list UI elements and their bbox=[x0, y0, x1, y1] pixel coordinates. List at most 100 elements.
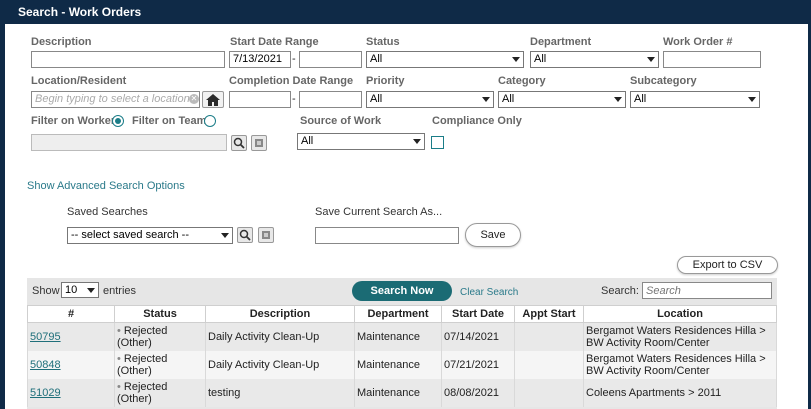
search-icon bbox=[239, 229, 251, 241]
completion-date-label: Completion Date Range bbox=[229, 75, 354, 87]
eraser-icon bbox=[262, 231, 270, 239]
date-range-dash: - bbox=[292, 93, 296, 105]
department-cell: Maintenance bbox=[354, 379, 442, 407]
chevron-down-icon bbox=[647, 57, 655, 62]
table-row[interactable]: 50795 • Rejected (Other) Daily Activity … bbox=[27, 322, 777, 351]
compliance-checkbox[interactable] bbox=[431, 136, 444, 149]
source-select-value: All bbox=[301, 135, 314, 147]
status-dot-icon: • bbox=[117, 353, 124, 365]
start-date-cell: 08/08/2021 bbox=[441, 379, 515, 407]
description-label: Description bbox=[31, 36, 92, 48]
status-select[interactable]: All bbox=[366, 51, 524, 68]
start-date-from-input[interactable]: 7/13/2021 bbox=[229, 51, 291, 68]
save-search-name-input[interactable] bbox=[315, 227, 459, 244]
start-date-label: Start Date Range bbox=[230, 36, 319, 48]
status-select-value: All bbox=[370, 53, 383, 65]
source-of-work-label: Source of Work bbox=[300, 115, 382, 127]
compliance-label: Compliance Only bbox=[432, 115, 522, 127]
department-select[interactable]: All bbox=[530, 51, 659, 68]
column-header-appt-start[interactable]: Appt Start bbox=[514, 305, 584, 323]
clear-icon[interactable]: ✕ bbox=[189, 94, 199, 104]
save-current-label: Save Current Search As... bbox=[315, 206, 443, 218]
chevron-down-icon bbox=[748, 97, 756, 102]
table-search-label: Search: bbox=[601, 285, 639, 297]
filter-team-radio[interactable] bbox=[204, 115, 216, 127]
worker-input[interactable] bbox=[31, 134, 227, 151]
description-cell: Daily Activity Clean-Up bbox=[205, 322, 355, 351]
location-cell: Coleens Apartments > 2011 bbox=[583, 379, 777, 407]
work-order-input[interactable] bbox=[663, 51, 761, 68]
description-input[interactable] bbox=[31, 51, 225, 68]
completion-date-from-input[interactable] bbox=[229, 91, 291, 108]
source-of-work-select[interactable]: All bbox=[297, 133, 425, 150]
location-cell: Bergamot Waters Residences Hilla > BW Ac… bbox=[583, 351, 777, 379]
chevron-down-icon bbox=[87, 288, 95, 293]
appt-start-cell bbox=[514, 379, 584, 407]
work-order-link[interactable]: 50795 bbox=[30, 331, 61, 343]
chevron-down-icon bbox=[482, 97, 490, 102]
work-order-link[interactable]: 51029 bbox=[30, 387, 61, 399]
status-cell: • Rejected (Other) bbox=[114, 379, 206, 407]
work-orders-table: # Status Description Department Start Da… bbox=[27, 305, 777, 407]
table-header-row: # Status Description Department Start Da… bbox=[27, 305, 777, 323]
column-header-department[interactable]: Department bbox=[354, 305, 442, 323]
worker-search-button[interactable] bbox=[231, 135, 247, 151]
table-row[interactable]: 50848 • Rejected (Other) Daily Activity … bbox=[27, 351, 777, 379]
priority-label: Priority bbox=[366, 75, 405, 87]
department-label: Department bbox=[530, 36, 592, 48]
department-cell: Maintenance bbox=[354, 322, 442, 351]
search-now-button[interactable]: Search Now bbox=[352, 281, 452, 301]
chevron-down-icon bbox=[413, 139, 421, 144]
chevron-down-icon bbox=[614, 97, 622, 102]
table-row[interactable]: 51029 • Rejected (Other) testing Mainten… bbox=[27, 379, 777, 407]
work-order-id-cell[interactable]: 51029 bbox=[27, 379, 115, 407]
worker-clear-button[interactable] bbox=[251, 135, 267, 151]
location-label: Location/Resident bbox=[31, 75, 127, 87]
priority-select-value: All bbox=[370, 93, 383, 105]
saved-search-select-value: -- select saved search -- bbox=[71, 229, 189, 241]
work-order-id-cell[interactable]: 50795 bbox=[27, 322, 115, 351]
entries-select[interactable]: 10 bbox=[61, 282, 99, 298]
saved-search-select[interactable]: -- select saved search -- bbox=[67, 227, 233, 244]
column-header-start-date[interactable]: Start Date bbox=[441, 305, 515, 323]
status-dot-icon: • bbox=[117, 325, 124, 337]
status-text: Rejected (Other) bbox=[117, 381, 168, 405]
home-icon bbox=[206, 94, 220, 106]
start-date-to-input[interactable] bbox=[299, 51, 362, 68]
advanced-search-link[interactable]: Show Advanced Search Options bbox=[27, 180, 185, 192]
work-order-link[interactable]: 50848 bbox=[30, 359, 61, 371]
column-header-status[interactable]: Status bbox=[114, 305, 206, 323]
work-order-id-cell[interactable]: 50848 bbox=[27, 351, 115, 379]
status-dot-icon: • bbox=[117, 381, 124, 393]
priority-select[interactable]: All bbox=[366, 91, 494, 108]
subcategory-label: Subcategory bbox=[630, 75, 697, 87]
column-header-id[interactable]: # bbox=[27, 305, 115, 323]
show-label: Show bbox=[32, 285, 60, 297]
location-input[interactable]: Begin typing to select a location bbox=[31, 91, 200, 108]
clear-search-link[interactable]: Clear Search bbox=[460, 287, 518, 298]
subcategory-select-value: All bbox=[634, 93, 647, 105]
column-header-location[interactable]: Location bbox=[583, 305, 777, 323]
filter-worker-label: Filter on Worker bbox=[31, 115, 116, 127]
table-search-input[interactable] bbox=[642, 282, 772, 299]
description-cell: testing bbox=[205, 379, 355, 407]
column-header-description[interactable]: Description bbox=[205, 305, 355, 323]
category-select[interactable]: All bbox=[498, 91, 626, 108]
completion-date-to-input[interactable] bbox=[299, 91, 362, 108]
search-icon bbox=[233, 137, 245, 149]
saved-searches-label: Saved Searches bbox=[67, 206, 148, 218]
saved-search-load-button[interactable] bbox=[237, 227, 253, 243]
export-csv-button[interactable]: Export to CSV bbox=[677, 256, 778, 274]
entries-select-value: 10 bbox=[65, 284, 78, 296]
subcategory-select[interactable]: All bbox=[630, 91, 760, 108]
filter-worker-radio[interactable] bbox=[112, 115, 124, 127]
saved-search-delete-button[interactable] bbox=[258, 227, 274, 243]
status-text: Rejected (Other) bbox=[117, 353, 168, 377]
panel-title: Search - Work Orders bbox=[0, 0, 811, 24]
appt-start-cell bbox=[514, 351, 584, 379]
appt-start-cell bbox=[514, 322, 584, 351]
save-button[interactable]: Save bbox=[465, 223, 521, 247]
entries-label: entries bbox=[103, 285, 137, 297]
start-date-cell: 07/21/2021 bbox=[441, 351, 515, 379]
home-button[interactable] bbox=[202, 91, 224, 108]
